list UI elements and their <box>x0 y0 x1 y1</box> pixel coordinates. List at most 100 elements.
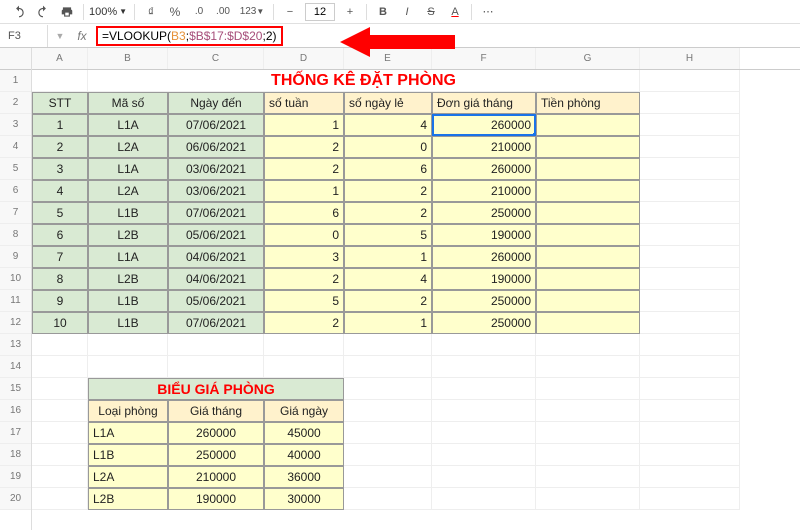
table-row-tienphong[interactable] <box>536 180 640 202</box>
table-row-songayle[interactable]: 6 <box>344 158 432 180</box>
row-header[interactable]: 7 <box>0 202 31 224</box>
cell[interactable] <box>536 378 640 400</box>
row-header[interactable]: 3 <box>0 114 31 136</box>
hdr-maso[interactable]: Mã số <box>88 92 168 114</box>
table-row-ngayden[interactable]: 07/06/2021 <box>168 312 264 334</box>
increase-decimal-button[interactable]: .00 <box>212 2 234 22</box>
cell[interactable] <box>640 224 740 246</box>
table-row-dongia[interactable]: 190000 <box>432 224 536 246</box>
col-header-C[interactable]: C <box>168 48 264 69</box>
table2-row-loai[interactable]: L1B <box>88 444 168 466</box>
cell[interactable] <box>640 114 740 136</box>
table-row-maso[interactable]: L1B <box>88 290 168 312</box>
print-button[interactable] <box>56 2 78 22</box>
cell[interactable] <box>32 334 88 356</box>
cell[interactable] <box>640 466 740 488</box>
table-row-ngayden[interactable]: 05/06/2021 <box>168 224 264 246</box>
cell[interactable] <box>640 378 740 400</box>
hdr-dongia[interactable]: Đơn giá tháng <box>432 92 536 114</box>
row-header[interactable]: 9 <box>0 246 31 268</box>
more-formats-button[interactable]: 123▼ <box>236 2 268 22</box>
text-color-button[interactable]: A <box>444 2 466 22</box>
table-row-stt[interactable]: 10 <box>32 312 88 334</box>
cell[interactable] <box>640 158 740 180</box>
cell[interactable] <box>640 422 740 444</box>
more-button[interactable]: ⋯ <box>477 2 499 22</box>
cell[interactable] <box>264 356 344 378</box>
cell[interactable] <box>168 334 264 356</box>
cell[interactable] <box>432 378 536 400</box>
hdr-stt[interactable]: STT <box>32 92 88 114</box>
table-row-ngayden[interactable]: 03/06/2021 <box>168 180 264 202</box>
table-row-dongia[interactable]: 250000 <box>432 290 536 312</box>
table-row-songayle[interactable]: 4 <box>344 114 432 136</box>
cell[interactable] <box>536 422 640 444</box>
table-row-sotuan[interactable]: 2 <box>264 312 344 334</box>
name-box[interactable]: F3 <box>0 25 48 47</box>
cell[interactable] <box>344 488 432 510</box>
cell[interactable] <box>32 378 88 400</box>
cell[interactable] <box>344 444 432 466</box>
col-header-A[interactable]: A <box>32 48 88 69</box>
cell[interactable] <box>32 70 88 92</box>
cell[interactable] <box>536 334 640 356</box>
table-row-tienphong[interactable] <box>536 202 640 224</box>
table-row-tienphong[interactable] <box>536 312 640 334</box>
table-row-tienphong[interactable] <box>536 268 640 290</box>
cell[interactable] <box>32 488 88 510</box>
table-row-dongia[interactable]: 250000 <box>432 202 536 224</box>
table-row-tienphong[interactable] <box>536 114 640 136</box>
table-row-maso[interactable]: L1B <box>88 202 168 224</box>
table-row-ngayden[interactable]: 06/06/2021 <box>168 136 264 158</box>
table-row-sotuan[interactable]: 3 <box>264 246 344 268</box>
row-header[interactable]: 8 <box>0 224 31 246</box>
table-row-tienphong[interactable] <box>536 246 640 268</box>
row-header[interactable]: 5 <box>0 158 31 180</box>
undo-button[interactable] <box>8 2 30 22</box>
table-row-stt[interactable]: 1 <box>32 114 88 136</box>
table-row-stt[interactable]: 3 <box>32 158 88 180</box>
table-row-maso[interactable]: L2A <box>88 136 168 158</box>
row-header[interactable]: 4 <box>0 136 31 158</box>
cell[interactable] <box>432 444 536 466</box>
table-row-stt[interactable]: 9 <box>32 290 88 312</box>
table-row-dongia[interactable]: 260000 <box>432 246 536 268</box>
font-size-input[interactable]: 12 <box>305 3 335 21</box>
cell[interactable] <box>536 356 640 378</box>
cell[interactable] <box>536 488 640 510</box>
hdr-songayle[interactable]: số ngày lẻ <box>344 92 432 114</box>
cell[interactable] <box>344 466 432 488</box>
cell[interactable] <box>88 334 168 356</box>
table-row-tienphong[interactable] <box>536 136 640 158</box>
decrease-decimal-button[interactable]: .0 <box>188 2 210 22</box>
table-row-ngayden[interactable]: 07/06/2021 <box>168 114 264 136</box>
table2-row-giangay[interactable]: 30000 <box>264 488 344 510</box>
row-header[interactable]: 12 <box>0 312 31 334</box>
table-row-stt[interactable]: 6 <box>32 224 88 246</box>
cell[interactable] <box>640 180 740 202</box>
table-row-stt[interactable]: 7 <box>32 246 88 268</box>
cell[interactable] <box>640 136 740 158</box>
table-row-maso[interactable]: L1A <box>88 158 168 180</box>
percent-button[interactable]: % <box>164 2 186 22</box>
cell[interactable] <box>344 356 432 378</box>
cell[interactable] <box>32 422 88 444</box>
row-header[interactable]: 6 <box>0 180 31 202</box>
select-all-corner[interactable] <box>0 48 31 70</box>
hdr2-giathang[interactable]: Giá tháng <box>168 400 264 422</box>
table-row-songayle[interactable]: 2 <box>344 202 432 224</box>
hdr2-giangay[interactable]: Giá ngày <box>264 400 344 422</box>
row-header[interactable]: 13 <box>0 334 31 356</box>
table1-title[interactable]: THỐNG KÊ ĐẶT PHÒNG <box>88 70 640 92</box>
cell[interactable] <box>32 444 88 466</box>
col-header-B[interactable]: B <box>88 48 168 69</box>
table-row-sotuan[interactable]: 2 <box>264 158 344 180</box>
row-header[interactable]: 16 <box>0 400 31 422</box>
table2-row-giangay[interactable]: 45000 <box>264 422 344 444</box>
hdr-tienphong[interactable]: Tiền phòng <box>536 92 640 114</box>
cell[interactable] <box>640 334 740 356</box>
table2-row-loai[interactable]: L2B <box>88 488 168 510</box>
cell[interactable] <box>640 92 740 114</box>
row-header[interactable]: 10 <box>0 268 31 290</box>
table2-title[interactable]: BIỂU GIÁ PHÒNG <box>88 378 344 400</box>
